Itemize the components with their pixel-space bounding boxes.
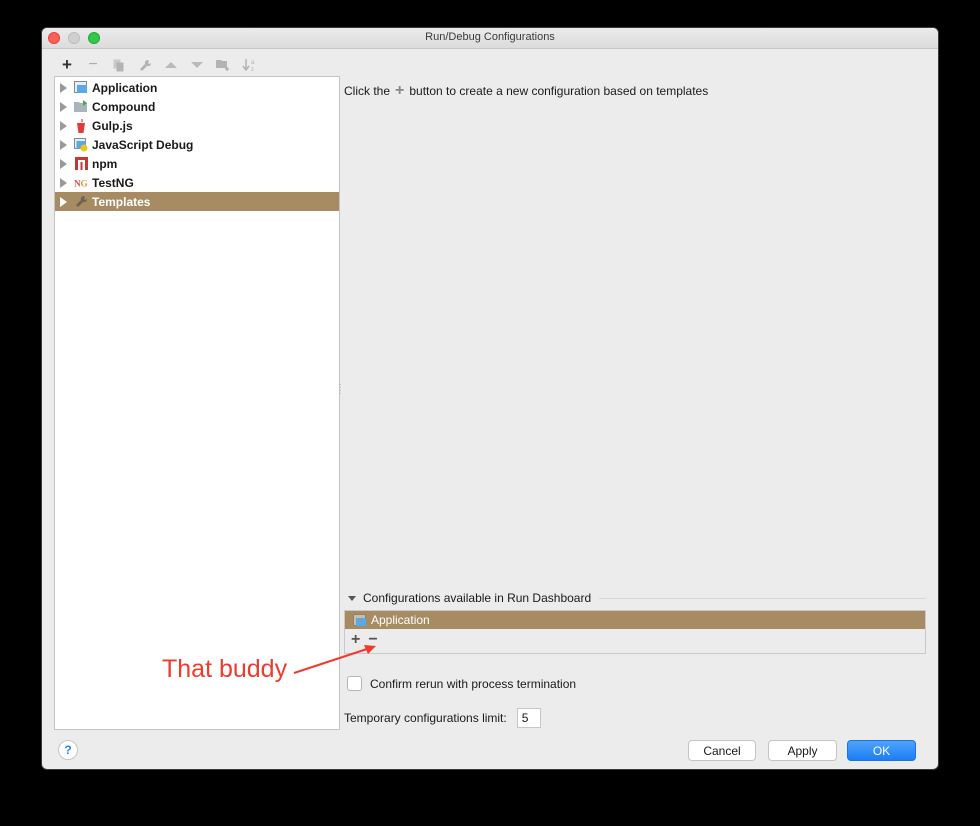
move-up-button[interactable] [158, 55, 184, 75]
move-down-button[interactable] [184, 55, 210, 75]
tree-item-npm[interactable]: npm [55, 154, 339, 173]
section-divider [599, 597, 926, 599]
javascript-debug-icon [74, 137, 88, 152]
dashboard-item-label: Application [371, 613, 430, 627]
sort-az-icon: az [242, 59, 255, 72]
temp-limit-label: Temporary configurations limit: [344, 711, 507, 725]
dashboard-item-application[interactable]: Application [345, 611, 925, 629]
arrow-down-icon [191, 62, 203, 68]
tree-item-label: npm [92, 156, 118, 171]
cancel-button[interactable]: Cancel [688, 740, 756, 761]
application-icon [74, 81, 88, 95]
annotation-label: That buddy [162, 655, 288, 683]
arrow-up-icon [165, 62, 177, 68]
tree-item-compound[interactable]: Compound [55, 97, 339, 116]
wrench-icon [74, 195, 88, 209]
copy-configuration-button[interactable] [106, 55, 132, 75]
svg-text:G: G [81, 180, 88, 189]
expand-arrow-icon[interactable] [60, 101, 67, 112]
run-debug-configurations-dialog: Run/Debug Configurations + − az Applicat… [42, 28, 938, 769]
expand-arrow-icon[interactable] [60, 120, 67, 131]
expand-arrow-icon[interactable] [60, 158, 67, 169]
tree-item-label: TestNG [92, 175, 134, 190]
remove-configuration-button[interactable]: − [80, 55, 106, 75]
apply-button[interactable]: Apply [768, 740, 837, 761]
confirm-rerun-checkbox[interactable] [347, 676, 362, 691]
tree-item-templates[interactable]: Templates [55, 192, 339, 211]
npm-icon [74, 157, 88, 171]
testng-icon: NG [74, 176, 88, 190]
splitter-handle[interactable] [338, 383, 342, 397]
run-dashboard-section-label: Configurations available in Run Dashboar… [363, 591, 592, 605]
hint-text-after: button to create a new configuration bas… [409, 84, 709, 98]
edit-templates-button[interactable] [132, 55, 158, 75]
svg-text:a: a [251, 60, 255, 66]
tree-item-testng[interactable]: NG TestNG [55, 173, 339, 192]
plus-icon: + [395, 82, 405, 99]
application-icon [353, 613, 367, 627]
tree-item-label: Templates [92, 194, 151, 209]
svg-text:z: z [251, 67, 254, 72]
expand-arrow-icon[interactable] [60, 196, 67, 207]
confirm-rerun-label: Confirm rerun with process termination [370, 676, 577, 691]
tree-item-label: Application [92, 80, 158, 95]
run-dashboard-list: Application + − [344, 610, 926, 654]
expand-arrow-icon[interactable] [60, 82, 67, 93]
gulp-icon [74, 118, 88, 133]
window-title: Run/Debug Configurations [425, 31, 555, 43]
expand-arrow-icon[interactable] [60, 177, 67, 188]
new-folder-button[interactable] [210, 55, 236, 75]
temp-limit-option: Temporary configurations limit: 5 [344, 708, 541, 728]
sort-alphabetically-button[interactable]: az [236, 55, 262, 75]
add-configuration-button[interactable]: + [54, 55, 80, 75]
temp-limit-input[interactable]: 5 [516, 708, 541, 728]
ok-button[interactable]: OK [847, 740, 916, 761]
compound-icon [74, 100, 88, 114]
hint-text-before: Click the [344, 84, 391, 98]
collapse-triangle-icon[interactable] [348, 595, 356, 601]
tree-item-label: Compound [92, 99, 156, 114]
confirm-rerun-option[interactable]: Confirm rerun with process termination [347, 676, 576, 691]
wrench-icon [139, 59, 151, 71]
run-dashboard-section-header[interactable]: Configurations available in Run Dashboar… [344, 591, 926, 605]
dashboard-toolbar: + − [345, 629, 925, 651]
empty-state-hint: Click the + button to create a new confi… [344, 82, 708, 100]
tree-item-application[interactable]: Application [55, 78, 339, 97]
title-bar: Run/Debug Configurations [42, 28, 938, 49]
tree-item-label: Gulp.js [92, 118, 133, 133]
plus-icon: + [62, 55, 72, 74]
tree-item-javascript-debug[interactable]: JavaScript Debug [55, 135, 339, 154]
annotation-arrow [293, 645, 376, 674]
folder-add-icon [216, 60, 229, 71]
help-button[interactable]: ? [58, 740, 78, 760]
expand-arrow-icon[interactable] [60, 139, 67, 150]
copy-icon [113, 59, 124, 71]
minus-icon: − [88, 56, 98, 73]
configuration-tree: Application Compound Gulp.js JavaScript … [54, 76, 340, 730]
configurations-toolbar: + − az [54, 55, 262, 75]
tree-item-gulpjs[interactable]: Gulp.js [55, 116, 339, 135]
tree-item-label: JavaScript Debug [92, 137, 194, 152]
